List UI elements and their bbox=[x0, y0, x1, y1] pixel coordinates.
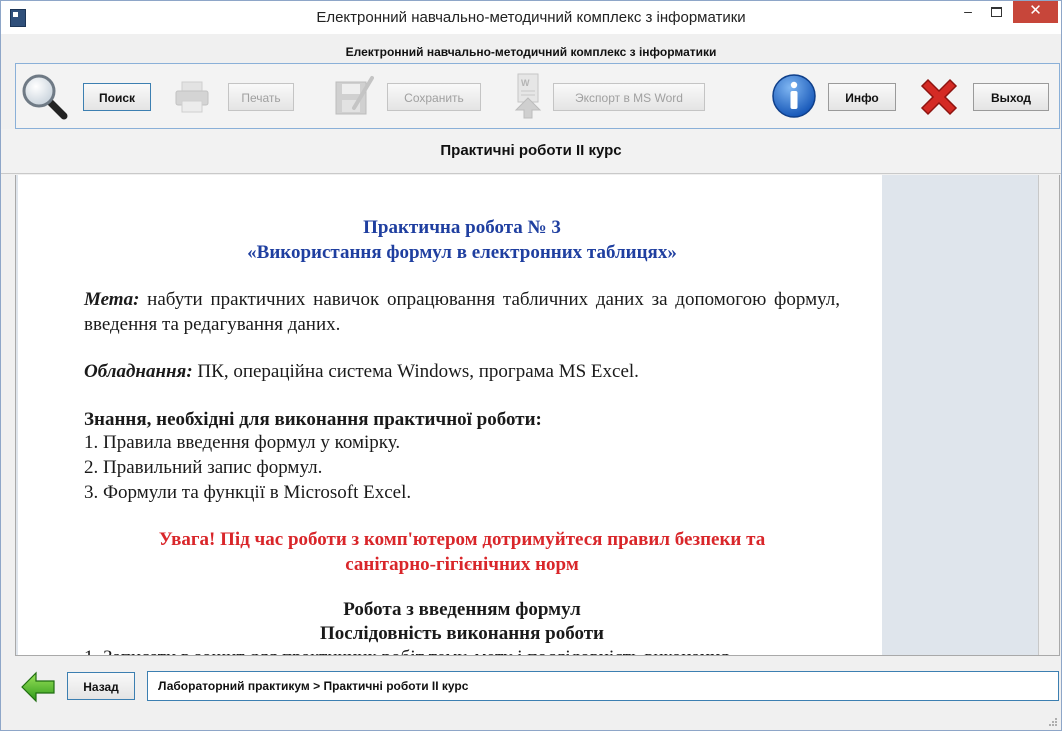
save-button[interactable]: Сохранить bbox=[387, 83, 481, 111]
back-button[interactable]: Назад bbox=[67, 672, 135, 700]
info-button[interactable]: Инфо bbox=[828, 83, 896, 111]
resize-grip-icon[interactable] bbox=[1048, 717, 1058, 727]
doc-goal: Мета: набути практичних навичок опрацюва… bbox=[84, 287, 840, 337]
close-button[interactable]: ✕ bbox=[1013, 1, 1058, 23]
knowledge-item: 2. Правильний запис формул. bbox=[84, 457, 323, 478]
printer-icon bbox=[175, 81, 209, 113]
doc-equipment: Обладнання: ПК, операційна система Windo… bbox=[84, 359, 840, 384]
breadcrumb: Лабораторний практикум > Практичні робот… bbox=[147, 671, 1059, 701]
svg-text:W: W bbox=[521, 78, 530, 88]
title-bar[interactable]: Електронний навчально-методичний комплек… bbox=[1, 1, 1061, 34]
vertical-scrollbar[interactable] bbox=[1038, 175, 1059, 655]
app-window: Електронний навчально-методичний комплек… bbox=[0, 0, 1062, 731]
export-word-button[interactable]: Экспорт в MS Word bbox=[553, 83, 705, 111]
status-bar bbox=[1, 710, 1061, 730]
knowledge-item: 3. Формули та функції в Microsoft Excel. bbox=[84, 482, 412, 503]
section-heading1: Робота з введенням формул bbox=[343, 599, 581, 620]
knowledge-item: 1. Правила введення формул у комірку. bbox=[84, 432, 401, 453]
doc-title-line1: Практична робота № 3 bbox=[363, 217, 561, 238]
window-title: Електронний навчально-методичний комплек… bbox=[316, 9, 746, 26]
cut-off-line: 1. Записати в зошит для практичних робіт… bbox=[84, 645, 840, 655]
warning-line2: санітарно-гігієнічних норм bbox=[345, 554, 579, 575]
section-title: Практичні роботи ІІ курс bbox=[1, 129, 1061, 174]
maximize-icon bbox=[990, 7, 1002, 17]
goal-label: Мета: bbox=[84, 289, 140, 310]
search-icon[interactable] bbox=[20, 72, 68, 120]
exit-button[interactable]: Выход bbox=[973, 83, 1049, 111]
equipment-text: ПК, операційна система Windows, програма… bbox=[192, 361, 639, 382]
goal-text: набути практичних навичок опрацювання та… bbox=[84, 289, 840, 335]
app-subtitle: Електронний навчально-методичний комплек… bbox=[345, 45, 717, 59]
info-icon[interactable] bbox=[771, 73, 817, 119]
back-arrow-icon[interactable] bbox=[20, 671, 56, 703]
maximize-button[interactable] bbox=[983, 1, 1009, 23]
knowledge-heading: Знання, необхідні для виконання практичн… bbox=[84, 409, 542, 430]
print-button[interactable]: Печать bbox=[228, 83, 294, 111]
search-button[interactable]: Поиск bbox=[83, 83, 151, 111]
section-heading2: Послідовність виконання роботи bbox=[320, 623, 604, 644]
document-page: Практична робота № 3 «Використання форму… bbox=[18, 175, 882, 655]
save-icon bbox=[335, 76, 374, 115]
document-viewer[interactable]: Практична робота № 3 «Використання форму… bbox=[15, 175, 1060, 656]
minimize-button[interactable]: – bbox=[955, 1, 981, 23]
word-icon: W bbox=[514, 73, 542, 119]
doc-title-line2: «Використання формул в електронних табли… bbox=[247, 242, 677, 263]
toolbar: Поиск Печать Сохранить W Экспорт в MS Wo… bbox=[15, 63, 1060, 129]
exit-x-icon[interactable] bbox=[916, 74, 962, 120]
equipment-label: Обладнання: bbox=[84, 361, 193, 382]
warning-line1: Увага! Під час роботи з комп'ютером дотр… bbox=[158, 529, 766, 550]
navigation-bar: Назад Лабораторний практикум > Практичні… bbox=[15, 668, 1060, 708]
